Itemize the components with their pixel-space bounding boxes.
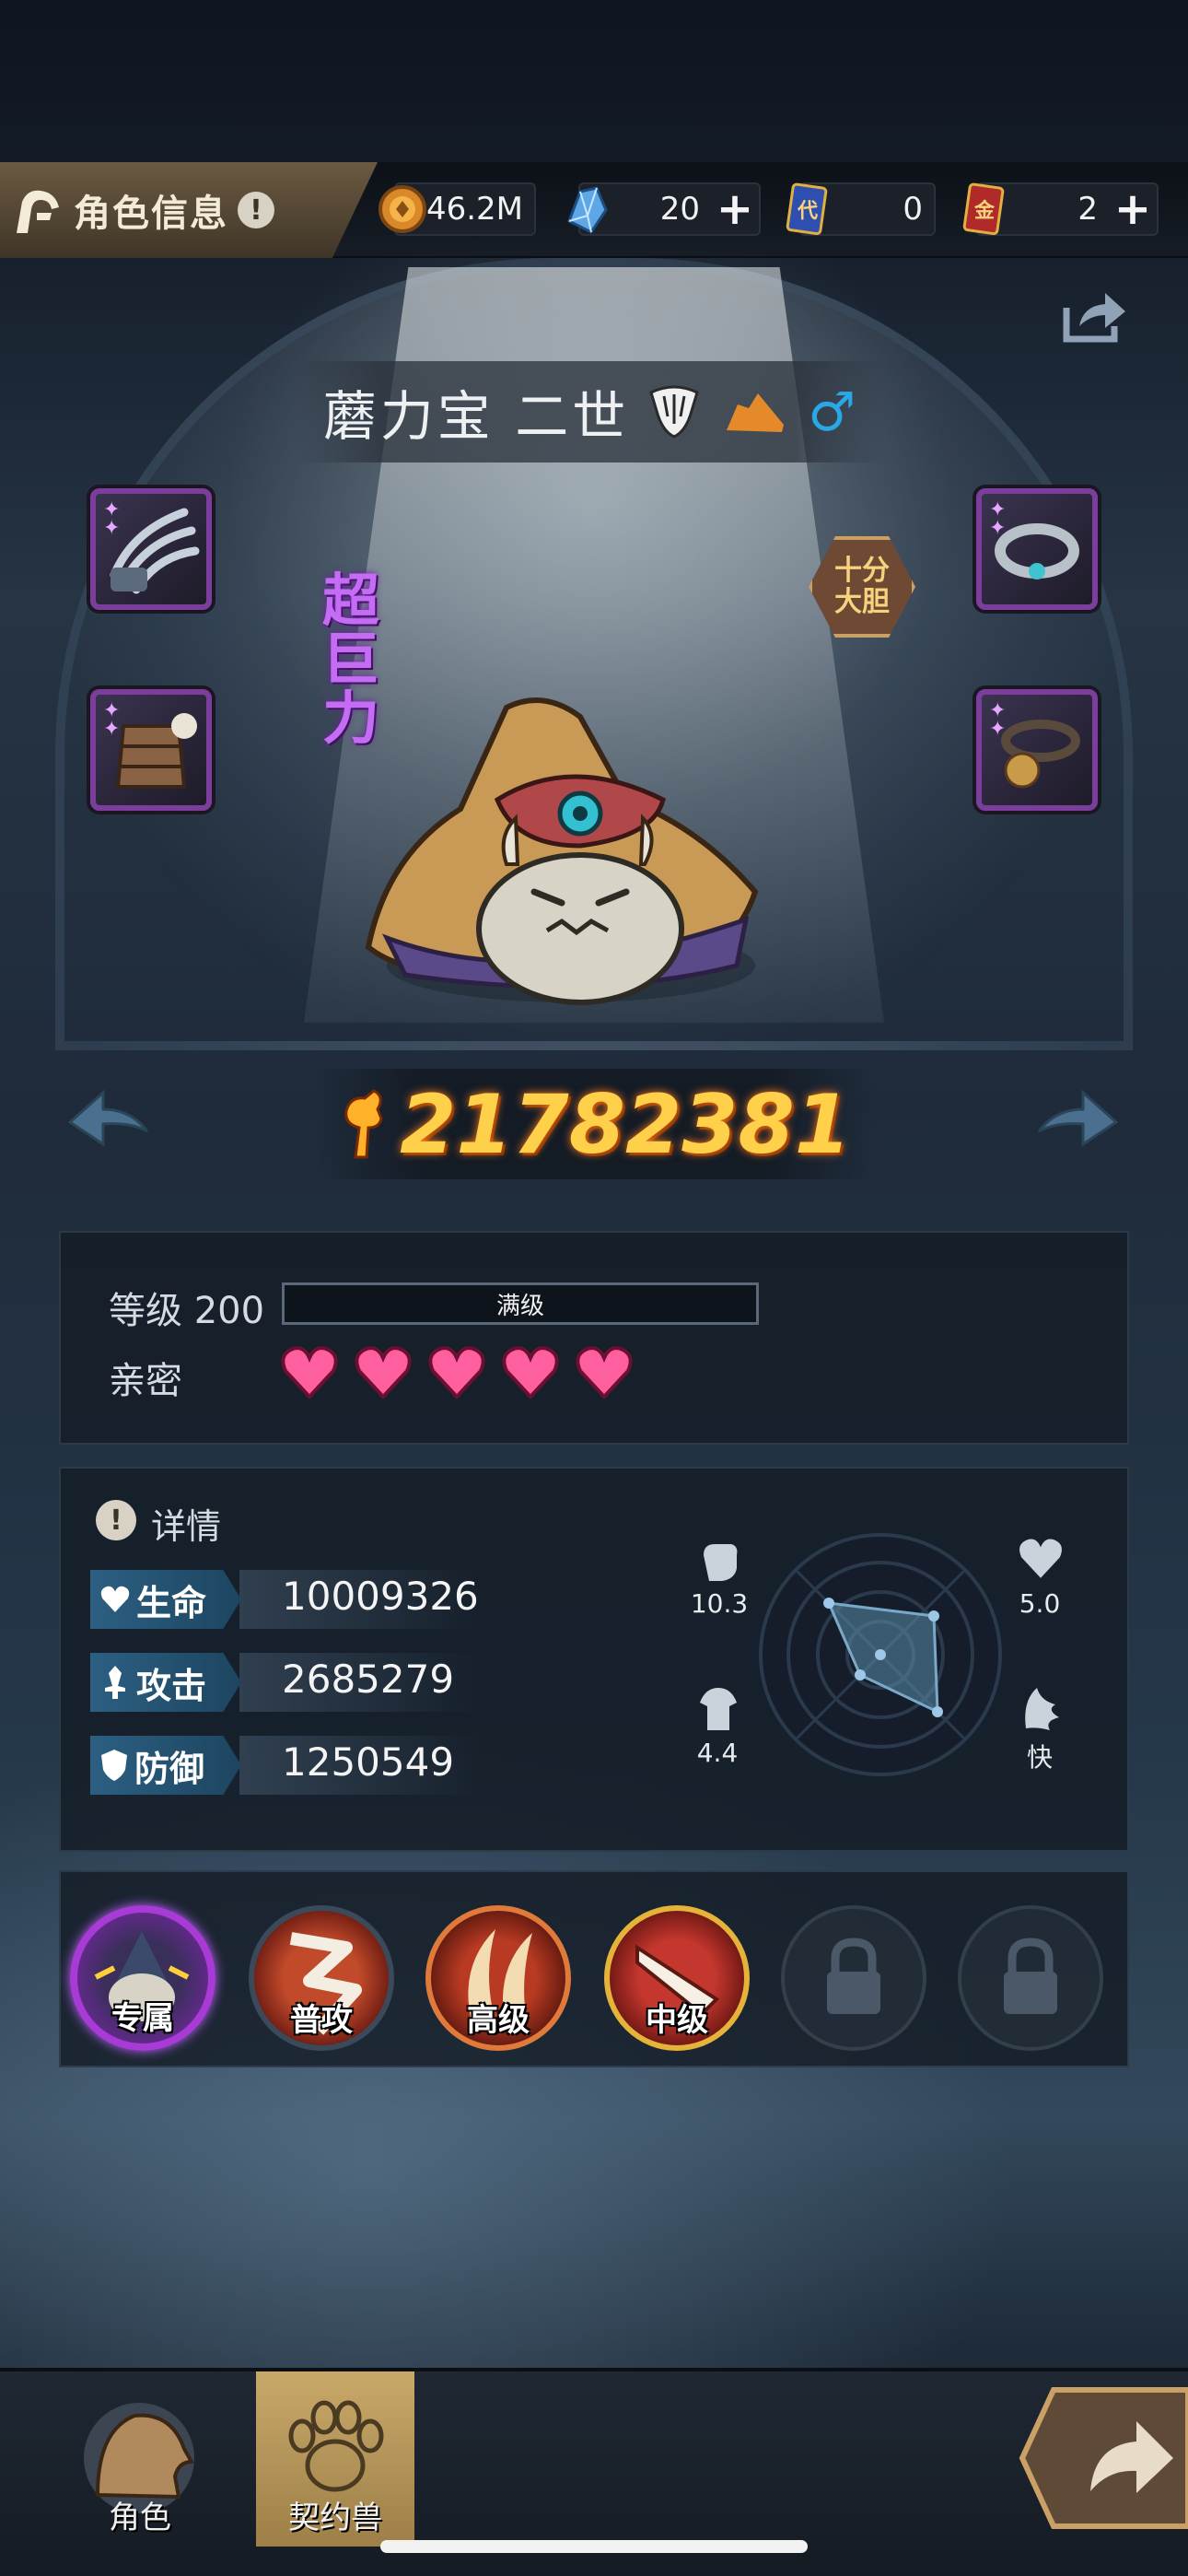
rarity-stars-icon: ✦ ✦ xyxy=(989,498,1007,540)
intimacy-heart-icon xyxy=(502,1346,559,1399)
rarity-stars-icon: ✦ ✦ xyxy=(103,498,121,540)
radar-value-top-right: 5.0 xyxy=(1019,1588,1061,1619)
intimacy-heart-icon xyxy=(281,1346,338,1399)
combat-power: 21782381 xyxy=(313,1069,875,1179)
equip-slot-claw[interactable]: ✦ ✦ xyxy=(90,488,212,610)
radar-value-bottom-left: 4.4 xyxy=(696,1738,739,1768)
heart-icon xyxy=(1019,1539,1062,1578)
intimacy-heart-icon xyxy=(428,1346,485,1399)
top-bar: 角色信息 ! 46.2M 20 + 代 0 金 2 + xyxy=(0,162,1188,258)
radar-value-top-left: 10.3 xyxy=(690,1588,749,1619)
attribute-radar xyxy=(759,1533,1002,1776)
currency-gold: 46.2M xyxy=(379,182,536,236)
heart-icon xyxy=(100,1586,130,1612)
blue-crystal-icon xyxy=(567,186,608,234)
stat-tag-hp: 生命 xyxy=(90,1570,241,1629)
stat-defense-value: 1250549 xyxy=(282,1739,455,1785)
page-title: 角色信息 xyxy=(74,193,228,235)
skill-slot-locked[interactable] xyxy=(958,1905,1103,2051)
lock-icon xyxy=(827,1938,880,2014)
currency-crystal: 20 + xyxy=(567,182,761,236)
equip-slot-collar[interactable]: ✦ ✦ xyxy=(976,488,1098,610)
next-pet-arrow-icon[interactable] xyxy=(1035,1085,1120,1152)
forward-button[interactable] xyxy=(1017,2381,1188,2535)
svg-text:代: 代 xyxy=(797,200,818,223)
pet-mushroom-creature xyxy=(365,697,759,1005)
add-crystal-button[interactable]: + xyxy=(711,183,759,235)
pet-claw-icon xyxy=(17,190,59,233)
level-bar-text: 满级 xyxy=(495,1292,544,1320)
level-panel xyxy=(59,1231,1129,1445)
stat-hp-value: 10009326 xyxy=(282,1574,479,1619)
stat-attack-value: 2685279 xyxy=(282,1657,455,1702)
skill-basic-attack[interactable]: 普攻 xyxy=(249,1905,394,2051)
stat-tag-defense: 防御 xyxy=(90,1736,241,1795)
radar-value-bottom-right: 快 xyxy=(1026,1742,1053,1773)
armor-icon xyxy=(700,1688,737,1730)
equip-slot-armor[interactable]: ✦ ✦ xyxy=(90,689,212,811)
details-title: 详情 xyxy=(151,1506,222,1547)
equip-slot-bell[interactable]: ✦ ✦ xyxy=(976,689,1098,811)
sword-icon xyxy=(105,1666,125,1699)
blue-ticket-icon: 代 xyxy=(786,182,828,236)
level-progress-bar: 满级 xyxy=(282,1282,759,1325)
pet-name: 蘑力宝 二世 xyxy=(322,385,630,448)
prev-pet-arrow-icon[interactable] xyxy=(66,1085,151,1152)
add-red-ticket-button[interactable]: + xyxy=(1109,183,1157,235)
skill-slot-locked[interactable] xyxy=(781,1905,926,2051)
info-icon[interactable]: ! xyxy=(238,192,274,228)
male-icon: ♂ xyxy=(808,381,856,443)
terrain-icon xyxy=(727,393,785,432)
intimacy-label: 亲密 xyxy=(109,1360,182,1402)
power-fist-icon xyxy=(344,1089,383,1159)
skill-intermediate[interactable]: 中级 xyxy=(604,1905,750,2051)
nav-tab-character[interactable]: 角色 xyxy=(61,2371,219,2547)
intimacy-heart-icon xyxy=(576,1346,633,1399)
gold-coin-icon xyxy=(379,185,426,233)
red-ticket-icon: 金 xyxy=(962,182,1005,236)
lock-icon xyxy=(1004,1938,1057,2014)
paw-print-icon xyxy=(288,2400,384,2492)
share-icon[interactable] xyxy=(1061,286,1129,346)
level-label: 等级 200 xyxy=(109,1290,265,1332)
wing-icon xyxy=(1025,1688,1059,1730)
combat-power-value: 21782381 xyxy=(400,1076,851,1172)
fang-icon xyxy=(649,385,700,439)
fist-icon xyxy=(704,1544,738,1581)
nav-tab-contract-beast[interactable]: 契约兽 xyxy=(256,2371,414,2547)
svg-text:金: 金 xyxy=(973,199,996,223)
currency-blue-ticket: 代 0 xyxy=(786,182,936,236)
skill-exclusive[interactable]: 专属 xyxy=(70,1905,215,2051)
shield-icon xyxy=(101,1750,127,1781)
pet-name-bar: 蘑力宝 二世 ♂ xyxy=(295,361,884,463)
currency-red-ticket: 金 2 + xyxy=(962,182,1159,236)
details-info-icon[interactable]: ! xyxy=(96,1500,136,1540)
stat-tag-attack: 攻击 xyxy=(90,1653,241,1712)
skill-advanced[interactable]: 高级 xyxy=(425,1905,571,2051)
home-indicator[interactable] xyxy=(380,2540,808,2553)
intimacy-heart-icon xyxy=(355,1346,412,1399)
rarity-stars-icon: ✦ ✦ xyxy=(989,699,1007,741)
title-tab: 角色信息 ! xyxy=(0,162,378,258)
rarity-stars-icon: ✦ ✦ xyxy=(103,699,121,741)
